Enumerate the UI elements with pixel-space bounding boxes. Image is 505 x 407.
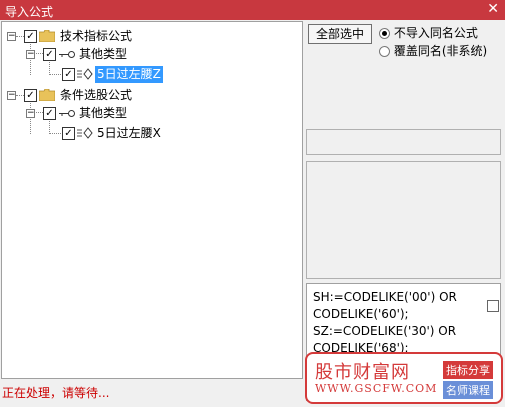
- radio-label: 覆盖同名(非系统): [393, 44, 488, 58]
- window-title: 导入公式: [5, 5, 54, 19]
- info-box: [306, 129, 501, 155]
- radio-unselected-icon[interactable]: [379, 46, 390, 57]
- checkbox[interactable]: ✓: [24, 89, 37, 102]
- tree-node-formula-z[interactable]: ✓ 5日过左腰Z: [2, 66, 292, 83]
- collapse-icon[interactable]: −: [26, 109, 35, 118]
- checkbox[interactable]: ✓: [62, 68, 75, 81]
- title-bar: 导入公式 ✕: [0, 0, 505, 20]
- key-icon: [59, 51, 75, 58]
- tree-node-label: 条件选股公式: [60, 88, 133, 102]
- tree-node-other-type[interactable]: − ✓ 其他类型: [2, 105, 292, 122]
- select-all-button[interactable]: 全部选中: [308, 24, 372, 44]
- tree-node-screening-formulas[interactable]: − ✓ 条件选股公式: [2, 87, 292, 104]
- tree-node-formula-x[interactable]: ✓ 5日过左腰X: [2, 125, 292, 142]
- code-line: CODELIKE('60');: [313, 307, 409, 321]
- code-line: SZ:=CODELIKE('30') OR: [313, 324, 457, 338]
- radio-label: 不导入同名公式: [393, 26, 478, 40]
- tree-node-label: 其他类型: [79, 47, 128, 61]
- folder-icon: [39, 89, 55, 101]
- formula-icon: [77, 127, 93, 139]
- collapse-icon[interactable]: −: [7, 32, 16, 41]
- tree-node-label: 5日过左腰X: [97, 126, 161, 140]
- tree-node-other-type[interactable]: − ✓ 其他类型: [2, 46, 292, 63]
- folder-icon: [39, 30, 55, 42]
- checkbox[interactable]: ✓: [43, 48, 56, 61]
- code-line: SH:=CODELIKE('00') OR: [313, 290, 457, 304]
- radio-selected-icon[interactable]: [379, 28, 390, 39]
- watermark-url: WWW.GSCFW.COM: [315, 382, 438, 395]
- checkbox[interactable]: ✓: [43, 107, 56, 120]
- watermark-logo: 股市财富网 WWW.GSCFW.COM 指标分享 名师课程: [305, 352, 503, 404]
- collapse-icon[interactable]: −: [7, 91, 16, 100]
- status-text: 正在处理，请等待...: [2, 386, 110, 400]
- watermark-tag-share: 指标分享: [443, 361, 493, 379]
- tree-node-label: 技术指标公式: [60, 29, 133, 43]
- tree-node-label: 5日过左腰Z: [95, 66, 163, 83]
- tree-node-indicator-formulas[interactable]: − ✓ 技术指标公式: [2, 28, 292, 45]
- watermark-tag-course: 名师课程: [443, 381, 493, 399]
- key-icon: [59, 110, 75, 117]
- watermark-name: 股市财富网: [315, 362, 410, 383]
- close-icon[interactable]: ✕: [487, 1, 499, 17]
- tree-node-label: 其他类型: [79, 106, 128, 120]
- checkbox[interactable]: ✓: [24, 30, 37, 43]
- collapse-icon[interactable]: −: [26, 50, 35, 59]
- description-box: [306, 161, 501, 279]
- checkbox[interactable]: [487, 300, 499, 312]
- options-panel: 全部选中 不导入同名公式 覆盖同名(非系统) SH:=CODELIKE('00'…: [305, 21, 505, 407]
- radio-skip-duplicates[interactable]: 不导入同名公式: [379, 25, 478, 41]
- radio-overwrite-duplicates[interactable]: 覆盖同名(非系统): [379, 43, 487, 59]
- formula-tree[interactable]: − ✓ 技术指标公式 − ✓ 其他类型 ✓ 5日过左腰Z − ✓ 条件选股公式 …: [1, 21, 303, 379]
- checkbox[interactable]: ✓: [62, 127, 75, 140]
- formula-icon: [77, 68, 93, 80]
